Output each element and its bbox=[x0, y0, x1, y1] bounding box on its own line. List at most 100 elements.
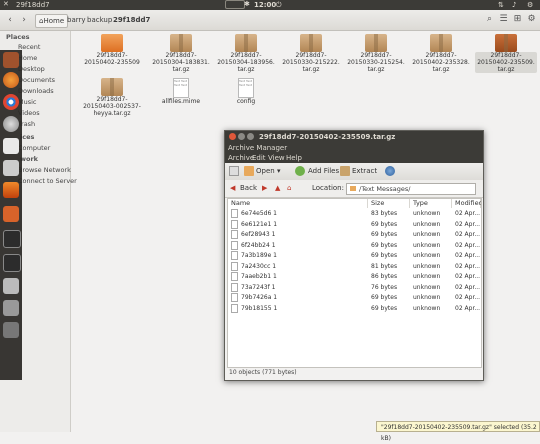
back-arrow-icon[interactable]: ‹ bbox=[4, 14, 16, 26]
menu-icon[interactable]: ⚙ bbox=[525, 13, 538, 26]
row-name: 7a3b189e 1 bbox=[231, 251, 277, 262]
forward-arrow-icon[interactable]: ▶ bbox=[262, 184, 267, 192]
row-modified: 02 Apr... bbox=[455, 273, 481, 280]
printer-icon[interactable] bbox=[3, 300, 19, 316]
file-item[interactable]: 29f18dd7- 20150330-215254. tar.gz bbox=[345, 34, 407, 73]
trash-icon[interactable] bbox=[3, 322, 19, 338]
file-item[interactable]: Text Text Text Text allfiles.mime bbox=[150, 78, 212, 105]
app-name-bar: Archive Manager bbox=[225, 143, 483, 153]
file-item[interactable]: 29f18dd7- 20150304-183956. tar.gz bbox=[215, 34, 277, 73]
row-type: unknown bbox=[413, 241, 441, 249]
sidebar-item-documents[interactable]: Documents bbox=[18, 76, 55, 84]
row-modified: 02 Apr... bbox=[455, 231, 481, 238]
window-title: 29f18dd7 bbox=[16, 1, 50, 9]
menu-archive[interactable]: Archive bbox=[228, 154, 254, 162]
breadcrumb-current[interactable]: 29f18dd7 bbox=[110, 14, 153, 26]
row-size: 69 bytes bbox=[371, 231, 398, 238]
row-size: 69 bytes bbox=[371, 252, 398, 259]
forward-arrow-icon[interactable]: › bbox=[18, 14, 30, 26]
table-row[interactable]: 79b18155 1 69 bytes unknown 02 Apr... bbox=[228, 303, 481, 315]
firefox-icon[interactable] bbox=[3, 72, 19, 88]
table-row[interactable]: 7a2430cc 1 81 bytes unknown 02 Apr... bbox=[228, 261, 481, 273]
calculator-icon[interactable] bbox=[3, 160, 19, 176]
table-row[interactable]: 7aaeb2b1 1 86 bytes unknown 02 Apr... bbox=[228, 272, 481, 283]
archive-manager-icon[interactable] bbox=[3, 206, 19, 222]
text-editor-icon[interactable] bbox=[3, 138, 19, 154]
open-folder-icon bbox=[244, 166, 254, 176]
table-row[interactable]: 73a7243f 1 76 bytes unknown 02 Apr... bbox=[228, 282, 481, 294]
table-row[interactable]: 6f24bb24 1 69 bytes unknown 02 Apr... bbox=[228, 240, 481, 252]
table-row[interactable]: 7a3b189e 1 69 bytes unknown 02 Apr... bbox=[228, 251, 481, 262]
file-item[interactable]: 29f18dd7- 20150304-183831. tar.gz bbox=[150, 34, 212, 73]
terminal-icon[interactable] bbox=[3, 254, 21, 272]
file-item[interactable]: Text Text Text Text config bbox=[215, 78, 277, 105]
file-icon bbox=[231, 219, 238, 229]
table-row[interactable]: 6e74e5d6 1 83 bytes unknown 02 Apr... bbox=[228, 209, 481, 220]
file-item[interactable]: 29f18dd7- 20150402-235328. tar.gz bbox=[410, 34, 472, 73]
table-row[interactable]: 6ef28943 1 69 bytes unknown 02 Apr... bbox=[228, 230, 481, 241]
settings-icon[interactable]: ✱ bbox=[244, 0, 250, 8]
launcher-files-icon[interactable] bbox=[3, 52, 19, 68]
disk-icon[interactable] bbox=[3, 116, 19, 132]
sidebar-item-computer[interactable]: Computer bbox=[18, 144, 50, 152]
row-modified: 02 Apr... bbox=[455, 241, 481, 249]
sidebar-item-downloads[interactable]: Downloads bbox=[18, 87, 54, 95]
menu-view[interactable]: View bbox=[268, 154, 285, 162]
list-view-icon[interactable]: ☰ bbox=[497, 13, 510, 26]
column-header-size[interactable]: Size bbox=[368, 199, 410, 208]
keyboard-indicator-icon[interactable] bbox=[225, 0, 245, 9]
home-icon[interactable]: ⌂ bbox=[287, 184, 291, 192]
add-files-button[interactable]: Add Files bbox=[308, 167, 339, 175]
file-item[interactable]: 29f18dd7- 20150330-215222. tar.gz bbox=[280, 34, 342, 73]
text-file-icon: Text Text Text Text bbox=[173, 78, 189, 98]
close-icon[interactable]: ✕ bbox=[3, 0, 9, 8]
archive-manager-window: 29f18dd7-20150402-235509.tar.gz Archive … bbox=[224, 130, 484, 381]
search-icon[interactable]: ⌕ bbox=[483, 13, 496, 26]
add-files-icon bbox=[295, 166, 305, 176]
file-item-selected[interactable]: 29f18dd7- 20150402-235509. tar.gz bbox=[475, 34, 537, 73]
clock[interactable]: 12:00 bbox=[254, 1, 276, 9]
sidebar-header-network: work bbox=[20, 155, 38, 163]
chromium-icon[interactable] bbox=[3, 94, 19, 110]
close-icon[interactable] bbox=[229, 133, 236, 140]
software-center-icon[interactable] bbox=[3, 182, 19, 198]
maximize-icon[interactable] bbox=[247, 133, 254, 140]
sidebar-item-connect-server[interactable]: Connect to Server bbox=[18, 177, 77, 185]
back-button[interactable]: Back bbox=[240, 184, 257, 192]
usb-icon[interactable] bbox=[3, 278, 19, 294]
location-input[interactable]: /Text Messages/ bbox=[346, 183, 476, 195]
new-archive-icon[interactable] bbox=[229, 166, 239, 176]
grid-view-icon[interactable]: ⊞ bbox=[511, 13, 524, 26]
menu-edit[interactable]: Edit bbox=[252, 154, 266, 162]
row-size: 69 bytes bbox=[371, 241, 398, 249]
column-header-type[interactable]: Type bbox=[410, 199, 452, 208]
power-icon[interactable]: ⏻ bbox=[276, 1, 282, 10]
extract-icon bbox=[340, 166, 350, 176]
row-modified: 02 Apr... bbox=[455, 210, 481, 217]
chevron-down-icon[interactable]: ▾ bbox=[277, 167, 281, 175]
row-modified: 02 Apr... bbox=[455, 252, 481, 259]
table-row[interactable]: 6e6121e1 1 69 bytes unknown 02 Apr... bbox=[228, 219, 481, 231]
minimize-icon[interactable] bbox=[238, 133, 245, 140]
open-button[interactable]: Open bbox=[256, 167, 275, 175]
sidebar-item-desktop[interactable]: Desktop bbox=[18, 65, 45, 73]
file-icon bbox=[231, 293, 238, 302]
file-item[interactable]: 29f18dd7- 20150403-002537- heyya.tar.gz bbox=[81, 78, 143, 117]
column-header-name[interactable]: Name bbox=[228, 199, 368, 208]
sidebar-item-browse-network[interactable]: Browse Network bbox=[18, 166, 71, 174]
extract-button[interactable]: Extract bbox=[352, 167, 377, 175]
column-header-modified[interactable]: Modified bbox=[452, 199, 481, 208]
row-name: 6e6121e1 1 bbox=[231, 219, 277, 231]
gear-icon[interactable]: ⚙ bbox=[527, 1, 533, 9]
row-name: 7aaeb2b1 1 bbox=[231, 272, 277, 283]
system-monitor-icon[interactable] bbox=[3, 230, 21, 248]
stop-icon[interactable] bbox=[385, 166, 395, 176]
row-size: 83 bytes bbox=[371, 210, 398, 217]
table-row[interactable]: 79b7426a 1 69 bytes unknown 02 Apr... bbox=[228, 293, 481, 304]
file-item[interactable]: 29f18dd7- 20150402-235509 bbox=[81, 34, 143, 66]
top-panel: ✕ 29f18dd7 ✱ 12:00 ⏻ ⇅ ♪ ⚙ bbox=[0, 0, 540, 10]
sound-icon[interactable]: ♪ bbox=[512, 1, 516, 9]
up-arrow-icon[interactable]: ▲ bbox=[275, 184, 280, 192]
network-icon[interactable]: ⇅ bbox=[498, 1, 504, 9]
menu-help[interactable]: Help bbox=[286, 154, 302, 162]
